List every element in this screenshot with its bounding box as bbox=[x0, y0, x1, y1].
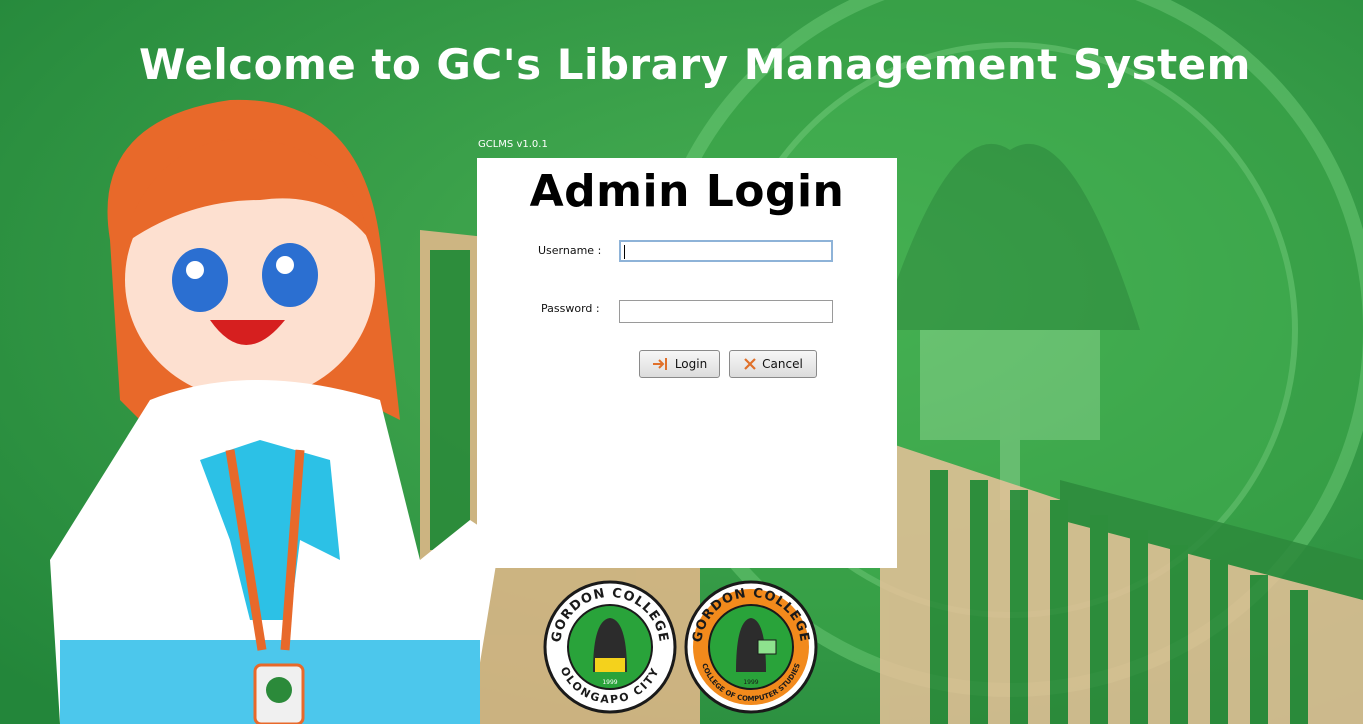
text-caret bbox=[624, 245, 625, 259]
college-of-computer-studies-logo: GORDON COLLEGE COLLEGE OF COMPUTER STUDI… bbox=[684, 580, 818, 714]
username-field[interactable] bbox=[619, 240, 833, 262]
password-label: Password : bbox=[541, 302, 600, 315]
login-button[interactable]: Login bbox=[639, 350, 720, 378]
username-label: Username : bbox=[538, 244, 602, 257]
version-label: GCLMS v1.0.1 bbox=[478, 139, 548, 150]
logo-right-year: 1999 bbox=[743, 679, 758, 686]
cancel-button-label: Cancel bbox=[762, 357, 803, 371]
login-title: Admin Login bbox=[529, 166, 845, 217]
gordon-college-logo: GORDON COLLEGE OLONGAPO CITY 1999 bbox=[543, 580, 677, 714]
welcome-title: Welcome to GC's Library Management Syste… bbox=[139, 40, 1251, 89]
login-panel: Admin Login Username : Password : Login … bbox=[477, 158, 897, 568]
login-arrow-icon bbox=[652, 358, 667, 370]
x-icon bbox=[744, 358, 756, 370]
login-button-label: Login bbox=[674, 357, 708, 371]
cancel-button[interactable]: Cancel bbox=[729, 350, 817, 378]
logo-left-year: 1999 bbox=[602, 679, 617, 686]
password-field[interactable] bbox=[619, 300, 833, 323]
